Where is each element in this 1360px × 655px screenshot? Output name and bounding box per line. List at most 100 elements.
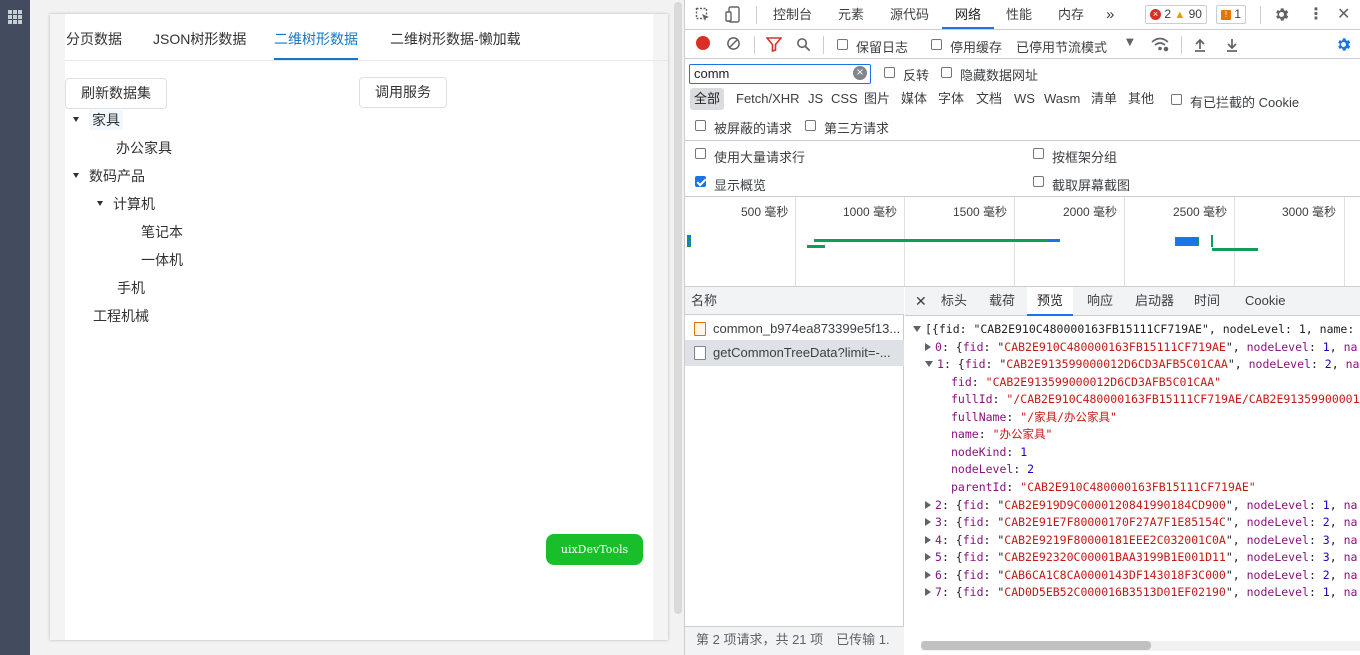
tree-node-furniture[interactable]: 家具	[73, 109, 123, 131]
clear-icon[interactable]	[726, 36, 741, 54]
json-array-item[interactable]: 4: {fid: "CAB2E9219F80000181EEE2C032001C…	[925, 532, 1357, 549]
filter-input[interactable]: comm	[689, 64, 871, 84]
tab-elements[interactable]: 元素	[838, 0, 864, 29]
tab-preview[interactable]: 预览	[1027, 287, 1074, 316]
capture-screenshots-checkbox[interactable]	[1033, 176, 1044, 187]
expand-arrow-icon[interactable]	[925, 342, 931, 351]
tab-json-tree[interactable]: JSON树形数据	[153, 29, 246, 49]
request-row-selected[interactable]: getCommonTreeData?limit=-...	[685, 340, 904, 366]
type-manifest[interactable]: 清单	[1087, 88, 1121, 110]
inspect-element-icon[interactable]	[695, 7, 711, 26]
search-icon[interactable]	[796, 37, 811, 55]
expand-arrow-icon[interactable]	[925, 517, 931, 526]
tab-performance[interactable]: 性能	[1006, 0, 1032, 29]
collapse-arrow-icon[interactable]	[913, 325, 921, 332]
show-overview-checkbox[interactable]	[695, 176, 706, 187]
import-har-icon[interactable]	[1193, 37, 1207, 55]
tab-headers[interactable]: 标头	[941, 287, 967, 316]
tree-node-computers[interactable]: 计算机	[97, 193, 155, 215]
json-array-item[interactable]: 6: {fid: "CAB6CA1C8CA0000143DF143018F3C0…	[925, 567, 1357, 584]
third-party-checkbox[interactable]	[805, 120, 816, 131]
caret-down-icon[interactable]	[97, 200, 103, 206]
type-css[interactable]: CSS	[827, 88, 862, 110]
tree-node-digital-products[interactable]: 数码产品	[73, 165, 145, 187]
more-tabs-icon[interactable]: »	[1106, 0, 1114, 29]
filter-icon[interactable]	[765, 37, 783, 55]
json-array-item[interactable]: 7: {fid: "CAD0D5EB52C000016B3513D01EF021…	[925, 584, 1357, 601]
tab-console[interactable]: 控制台	[773, 0, 812, 29]
tab-paged-data[interactable]: 分页数据	[66, 29, 122, 49]
type-all[interactable]: 全部	[690, 88, 725, 110]
close-devtools-icon[interactable]: ✕	[1337, 6, 1350, 22]
tab-payload[interactable]: 载荷	[989, 287, 1015, 316]
refresh-dataset-button[interactable]: 刷新数据集	[65, 78, 167, 109]
preserve-log-checkbox[interactable]	[837, 39, 848, 50]
clear-filter-icon[interactable]: ×	[853, 66, 867, 80]
json-root-line[interactable]: [{fid: "CAB2E910C480000163FB15111CF719AE…	[913, 321, 1354, 338]
tree-node-laptops[interactable]: 笔记本	[141, 221, 183, 243]
throttling-dropdown-icon[interactable]: ▼	[1126, 38, 1134, 48]
type-wasm[interactable]: Wasm	[1040, 88, 1084, 110]
app-scrollbar[interactable]	[674, 2, 682, 614]
preview-scroll-thumb[interactable]	[921, 641, 1151, 650]
json-array-item[interactable]: 0: {fid: "CAB2E910C480000163FB15111CF719…	[925, 339, 1357, 356]
tab-response[interactable]: 响应	[1087, 287, 1113, 316]
tab-sources[interactable]: 源代码	[890, 0, 929, 29]
caret-down-icon[interactable]	[73, 116, 79, 122]
expand-arrow-icon[interactable]	[925, 500, 931, 509]
type-img[interactable]: 图片	[860, 88, 894, 110]
type-doc[interactable]: 文档	[972, 88, 1006, 110]
invert-checkbox[interactable]	[884, 67, 895, 78]
apps-grid-icon[interactable]	[8, 10, 22, 24]
tree-node-office-furniture[interactable]: 办公家具	[116, 137, 172, 159]
expand-arrow-icon[interactable]	[925, 535, 931, 544]
request-row[interactable]: common_b974ea873399e5f13...	[685, 316, 904, 342]
large-rows-checkbox[interactable]	[695, 148, 706, 159]
caret-down-icon[interactable]	[73, 172, 79, 178]
uix-devtools-button[interactable]: uixDevTools	[546, 534, 643, 565]
expand-arrow-icon[interactable]	[925, 587, 931, 596]
disable-cache-checkbox[interactable]	[931, 39, 942, 50]
more-options-icon[interactable]: ⋮	[1308, 6, 1324, 22]
tab-network[interactable]: 网络	[942, 0, 994, 29]
expand-arrow-icon[interactable]	[925, 570, 931, 579]
invoke-service-button[interactable]: 调用服务	[359, 77, 447, 108]
tab-memory[interactable]: 内存	[1058, 0, 1084, 29]
tab-2d-tree-lazy[interactable]: 二维树形数据-懒加载	[390, 29, 521, 49]
json-array-item-expanded[interactable]: 1: {fid: "CAB2E913599000012D6CD3AFB5C01C…	[925, 356, 1359, 373]
export-har-icon[interactable]	[1225, 37, 1239, 55]
throttling-select[interactable]: 已停用节流模式	[1016, 37, 1107, 56]
network-conditions-icon[interactable]	[1151, 37, 1169, 55]
network-settings-gear-icon[interactable]	[1335, 36, 1352, 56]
close-detail-icon[interactable]: ✕	[915, 287, 927, 316]
name-column-header[interactable]: 名称	[685, 287, 904, 315]
type-other[interactable]: 其他	[1124, 88, 1158, 110]
device-toolbar-icon[interactable]	[725, 6, 741, 27]
record-icon[interactable]	[696, 36, 710, 50]
tab-timing[interactable]: 时间	[1194, 287, 1220, 316]
type-ws[interactable]: WS	[1010, 88, 1039, 110]
type-media[interactable]: 媒体	[897, 88, 931, 110]
settings-gear-icon[interactable]	[1273, 6, 1290, 26]
tab-initiator[interactable]: 启动器	[1135, 287, 1174, 316]
issue-counters[interactable]: × 2 ▲ 90	[1145, 5, 1207, 24]
collapse-arrow-icon[interactable]	[925, 360, 933, 367]
tab-2d-tree[interactable]: 二维树形数据	[274, 29, 358, 49]
expand-arrow-icon[interactable]	[925, 552, 931, 561]
hide-data-urls-checkbox[interactable]	[941, 67, 952, 78]
blocked-requests-checkbox[interactable]	[695, 120, 706, 131]
tree-node-all-in-one[interactable]: 一体机	[141, 249, 183, 271]
issues-badge[interactable]: ! 1	[1216, 5, 1247, 24]
json-array-item[interactable]: 2: {fid: "CAB2E919D9C0000120841990184CD9…	[925, 497, 1357, 514]
json-array-item[interactable]: 5: {fid: "CAB2E92320C00001BAA3199B1E001D…	[925, 549, 1357, 566]
network-overview[interactable]: 500 毫秒 1000 毫秒 1500 毫秒 2000 毫秒 2500 毫秒 3…	[685, 197, 1360, 286]
tab-cookies[interactable]: Cookie	[1245, 287, 1285, 316]
json-array-item[interactable]: 3: {fid: "CAB2E91E7F80000170F27A7F1E8515…	[925, 514, 1357, 531]
tree-node-machinery[interactable]: 工程机械	[93, 305, 149, 327]
type-fetch-xhr[interactable]: Fetch/XHR	[732, 88, 804, 110]
blocked-cookies-checkbox[interactable]	[1171, 94, 1182, 105]
type-font[interactable]: 字体	[934, 88, 968, 110]
group-by-frame-checkbox[interactable]	[1033, 148, 1044, 159]
tree-node-phones[interactable]: 手机	[117, 277, 145, 299]
type-js[interactable]: JS	[804, 88, 827, 110]
